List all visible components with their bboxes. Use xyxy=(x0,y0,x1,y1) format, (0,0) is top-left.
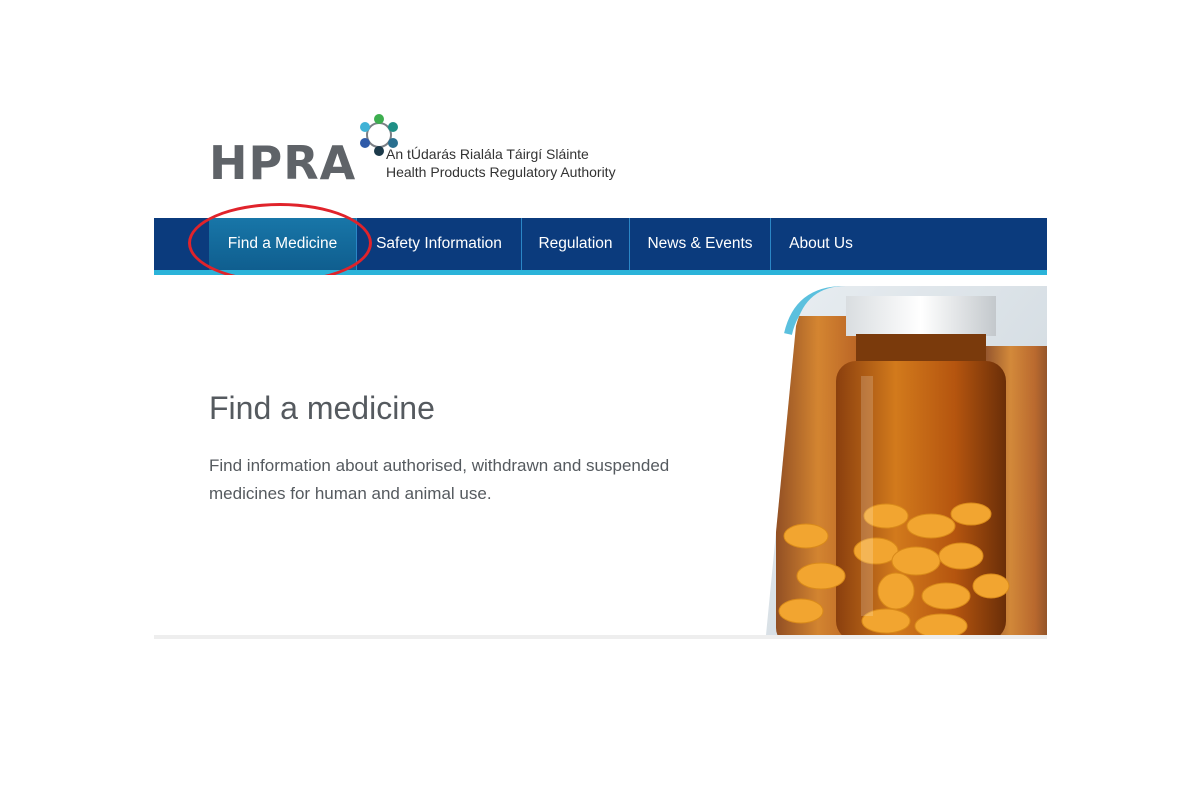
medicine-bottles-image xyxy=(766,286,1047,635)
nav-find-a-medicine[interactable]: Find a Medicine xyxy=(209,218,356,270)
logo-tagline: An tÚdarás Rialála Táirgí Sláinte Health… xyxy=(386,145,616,181)
nav-safety-information[interactable]: Safety Information xyxy=(356,218,521,270)
nav-news-events[interactable]: News & Events xyxy=(629,218,770,270)
site-logo[interactable]: HPRA xyxy=(209,110,404,186)
tagline-irish: An tÚdarás Rialála Táirgí Sláinte xyxy=(386,146,589,162)
page-description: Find information about authorised, withd… xyxy=(209,456,670,503)
logo-text: HPRA xyxy=(209,136,357,190)
page-title: Find a medicine xyxy=(209,390,435,426)
nav-regulation[interactable]: Regulation xyxy=(521,218,629,270)
main-navigation: Find a Medicine Safety Information Regul… xyxy=(154,218,1047,275)
tagline-english: Health Products Regulatory Authority xyxy=(386,164,616,180)
nav-about-us[interactable]: About Us xyxy=(770,218,871,270)
